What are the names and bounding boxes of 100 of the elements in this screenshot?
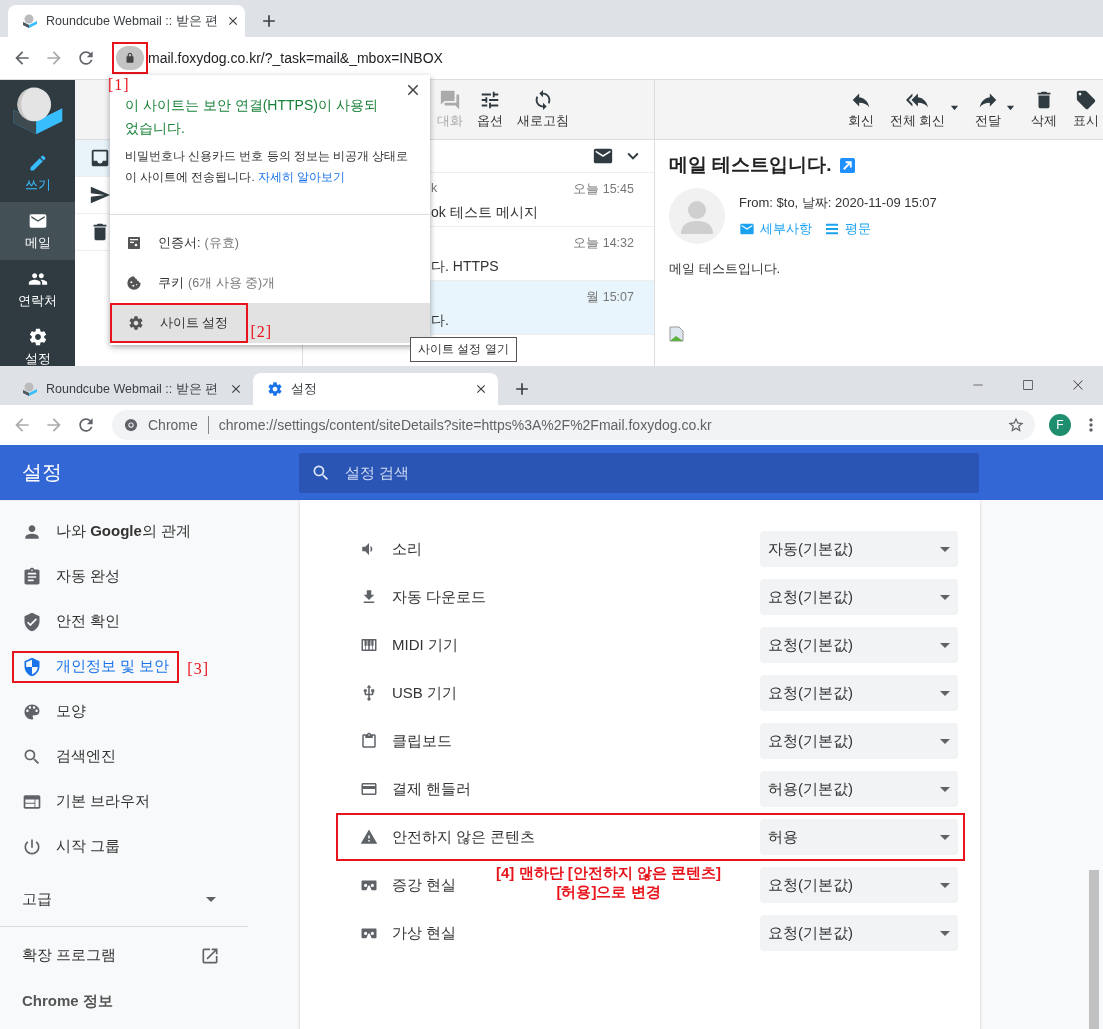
cookie-icon [126, 275, 142, 291]
caret-icon[interactable] [950, 103, 959, 112]
menu-label: 인증서: [158, 234, 201, 252]
advanced-toggle[interactable]: 고급 [0, 877, 236, 922]
permission-select[interactable]: 요청(기본값) [760, 627, 958, 663]
url-text: chrome://settings/content/siteDetails?site=https%3A%2F%2Fmail.foxydog.co.kr [218, 417, 712, 433]
settings-nav-item[interactable]: 모양 [0, 689, 300, 734]
bookmark-star-icon[interactable] [1007, 416, 1025, 434]
nav-label: 고급 [22, 890, 52, 909]
message-subject: 다. HTTPS [431, 258, 500, 276]
browser-tab[interactable]: Roundcube Webmail :: 받은 편 [8, 5, 245, 37]
speech-bubbles-icon [439, 89, 461, 111]
toolbar-button[interactable]: 새로고침 [517, 89, 569, 130]
caret-icon [206, 897, 216, 902]
permission-select[interactable]: 자동(기본값) [760, 531, 958, 567]
nav-label: 검색엔진 [56, 747, 116, 766]
settings-nav-item[interactable]: 시작 그룹 [0, 824, 300, 869]
tab-title: 설정 [291, 380, 318, 398]
app-nav-item[interactable]: 연락처 [0, 260, 75, 318]
message-time: 오늘 15:45 [573, 181, 634, 198]
app-nav-item[interactable]: 메일 [0, 202, 75, 260]
permission-label: USB 기기 [392, 683, 457, 703]
close-icon[interactable] [474, 382, 488, 396]
nav-label: 메일 [24, 233, 51, 252]
gear-icon [267, 381, 283, 397]
nav-label: 개인정보 및 보안 [56, 657, 170, 676]
nav-label: 연락처 [18, 291, 57, 310]
tab-title: Roundcube Webmail :: 받은 편 [46, 380, 220, 398]
annotation-label: [3] [187, 659, 209, 678]
permission-label: 클립보드 [392, 731, 452, 751]
caret-icon [940, 834, 950, 840]
nav-label: 모양 [56, 702, 86, 721]
certificate-icon [126, 235, 142, 251]
maximize-icon[interactable] [1020, 377, 1036, 393]
url-text[interactable]: mail.foxydog.co.kr/?_task=mail&_mbox=INBOX [148, 50, 443, 66]
toolbar-button[interactable]: 회신 [847, 89, 874, 130]
settings-nav-item[interactable]: 나와 Google의 관계 [0, 509, 300, 554]
caret-icon [940, 738, 950, 744]
clipboard-icon [360, 732, 378, 750]
envelope-icon [739, 221, 755, 237]
nav-label: 안전 확인 [56, 612, 121, 631]
message-header: From: $to, 날짜: 2020-11-09 15:07 [739, 194, 937, 212]
permission-select[interactable]: 요청(기본값) [760, 579, 958, 615]
settings-nav-item[interactable]: 개인정보 및 보안 [3] [0, 644, 300, 689]
tag-icon [1075, 89, 1097, 111]
message-title: 메일 테스트입니다. [669, 153, 832, 177]
cube-logo-icon [22, 381, 38, 397]
message-body: 메일 테스트입니다. [669, 260, 782, 278]
reload-icon[interactable] [76, 48, 96, 68]
inbox-icon [89, 147, 111, 169]
settings-nav-item[interactable]: 안전 확인 [0, 599, 300, 644]
permission-select[interactable]: 허용(기본값) [760, 771, 958, 807]
message-time: 월 15:07 [586, 289, 634, 306]
extensions-link[interactable]: 확장 프로그램 [0, 933, 236, 978]
external-link-icon[interactable] [839, 157, 855, 173]
app-nav-item[interactable]: 설정 [0, 318, 75, 366]
address-bar[interactable]: Chrome chrome://settings/content/siteDetails?site=https%3A%2F%2Fmail.foxydog.co.kr [112, 410, 1035, 440]
message-time: 오늘 14:32 [573, 235, 634, 252]
popup-menu-item[interactable]: 사이트 설정 [2] [110, 303, 430, 343]
message-subject: 다. [431, 312, 450, 330]
menu-label: 쿠키 [158, 274, 184, 292]
toolbar-button[interactable]: 표시 [1073, 89, 1099, 130]
settings-nav-item[interactable]: 검색엔진 [0, 734, 300, 779]
browser-tab[interactable]: Roundcube Webmail :: 받은 편 [8, 373, 253, 405]
piano-keys-icon [360, 636, 378, 654]
settings-icon [128, 315, 144, 331]
permission-label: 결제 핸들러 [392, 779, 472, 799]
permission-select[interactable]: 요청(기본값) [760, 915, 958, 951]
permission-select[interactable]: 요청(기본값) [760, 867, 958, 903]
menu-label: 사이트 설정 [160, 314, 229, 332]
caret-icon[interactable] [1006, 103, 1015, 112]
warning-icon [360, 828, 378, 846]
profile-avatar[interactable]: F [1049, 414, 1071, 436]
settings-nav-item[interactable]: 기본 브라우저 [0, 779, 300, 824]
lines-icon [824, 221, 840, 237]
caret-icon [940, 546, 950, 552]
caret-icon [940, 930, 950, 936]
settings-nav-item[interactable]: 자동 완성 [0, 554, 300, 599]
permission-select[interactable]: 허용 [760, 819, 958, 855]
tooltip: 사이트 설정 열기 [410, 337, 517, 362]
toolbar-button[interactable]: 옵션 [477, 89, 503, 130]
reload-icon[interactable] [76, 415, 96, 435]
broken-image-icon [669, 326, 685, 342]
permission-select[interactable]: 요청(기본값) [760, 675, 958, 711]
toolbar-button[interactable]: 전달 [975, 89, 1015, 130]
clipboard-icon [22, 566, 42, 587]
app-nav-item[interactable]: 쓰기 [0, 144, 75, 202]
origin-label: Chrome [148, 417, 198, 433]
nav-label: 확장 프로그램 [22, 946, 117, 965]
search-field[interactable]: 설정 검색 [299, 452, 979, 493]
scrollbar[interactable] [1089, 870, 1099, 1029]
message-sender: k [431, 181, 438, 197]
nav-label: 설정 [24, 349, 51, 366]
caret-icon [940, 690, 950, 696]
about-link[interactable]: Chrome 정보 [0, 978, 300, 1023]
close-icon[interactable] [229, 382, 243, 396]
browser-tab[interactable]: 설정 [253, 373, 498, 405]
toolbar-button[interactable]: 전체 회신 [889, 89, 959, 130]
permission-select[interactable]: 요청(기본값) [760, 723, 958, 759]
toolbar-button[interactable]: 삭제 [1031, 89, 1057, 130]
